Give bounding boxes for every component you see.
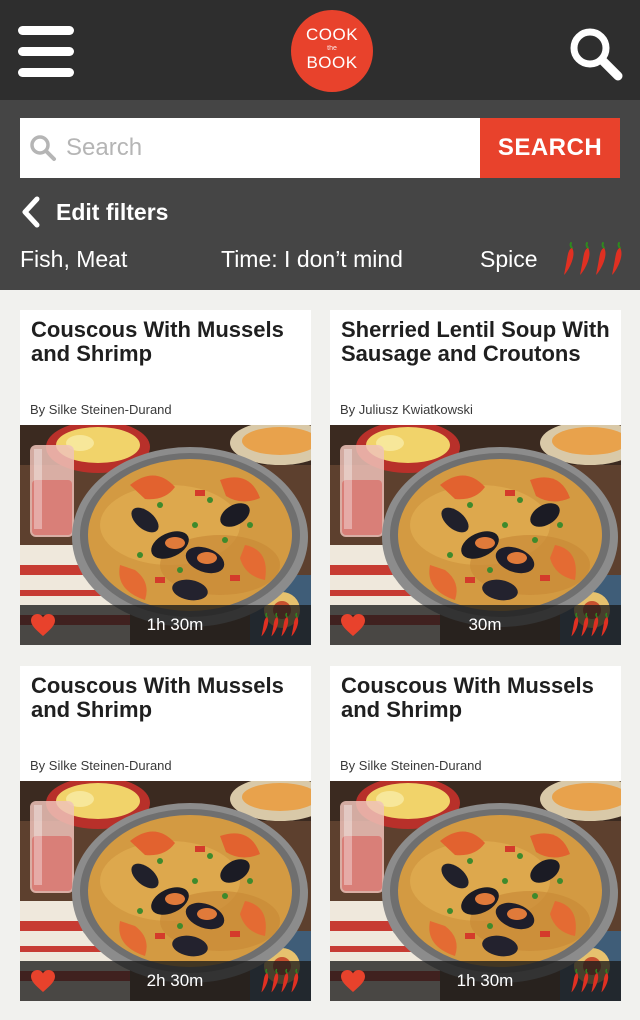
recipe-author: By Juliusz Kwiatkowski [340, 402, 473, 417]
recipe-time: 1h 30m [456, 971, 514, 990]
recipe-title[interactable]: Sherried Lentil Soup With Sausage and Cr… [341, 318, 616, 366]
recipe-card[interactable]: Sherried Lentil Soup With Sausage and Cr… [330, 310, 621, 645]
heart-icon[interactable] [30, 969, 56, 993]
heart-icon[interactable] [340, 969, 366, 993]
search-icon[interactable] [568, 26, 624, 82]
recipe-info-bar: 1h 30m [330, 961, 621, 1001]
recipe-time: 2h 30m [146, 971, 204, 990]
recipe-author: By Silke Steinen-Durand [30, 402, 172, 417]
recipe-info-bar: 2h 30m [20, 961, 311, 1001]
recipe-title[interactable]: Couscous With Mussels and Shrimp [341, 674, 616, 722]
top-bar: COOK the BOOK [0, 0, 640, 100]
search-button[interactable]: SEARCH [480, 118, 620, 178]
magnifier-icon [30, 135, 56, 161]
logo-text-bottom: BOOK [306, 53, 358, 72]
chili-pepper-icon [260, 968, 299, 994]
menu-icon[interactable] [18, 26, 74, 78]
chili-pepper-icon [570, 612, 609, 638]
recipe-card[interactable]: Couscous With Mussels and Shrimp By Silk… [330, 666, 621, 1001]
chili-pepper-icon [570, 968, 609, 994]
recipe-title[interactable]: Couscous With Mussels and Shrimp [31, 318, 306, 366]
heart-icon[interactable] [30, 613, 56, 637]
filter-panel: SEARCH Edit filters Fish, Meat Time: I d… [0, 100, 640, 290]
logo-text-mid: the [327, 45, 337, 52]
recipe-info-bar: 1h 30m [20, 605, 311, 645]
recipe-time: 1h 30m [146, 615, 204, 634]
spice-level-chili-icons[interactable] [562, 242, 624, 276]
recipe-title[interactable]: Couscous With Mussels and Shrimp [31, 674, 306, 722]
recipe-card[interactable]: Couscous With Mussels and Shrimp By Silk… [20, 666, 311, 1001]
edit-filters-link[interactable]: Edit filters [20, 196, 168, 228]
app-logo[interactable]: COOK the BOOK [291, 10, 373, 92]
recipe-author: By Silke Steinen-Durand [30, 758, 172, 773]
filter-spice-label[interactable]: Spice [480, 244, 538, 274]
edit-filters-label: Edit filters [56, 198, 169, 225]
filter-time[interactable]: Time: I don’t mind [221, 244, 403, 274]
logo-text-top: COOK [305, 25, 359, 44]
search-input[interactable] [66, 118, 476, 178]
recipe-info-bar: 30m [330, 605, 621, 645]
recipe-card[interactable]: Couscous With Mussels and Shrimp By Silk… [20, 310, 311, 645]
search-box [20, 118, 480, 178]
filter-category[interactable]: Fish, Meat [20, 244, 127, 274]
recipe-time: 30m [468, 615, 502, 634]
heart-icon[interactable] [340, 613, 366, 637]
chili-pepper-icon [260, 612, 299, 638]
recipe-author: By Silke Steinen-Durand [340, 758, 482, 773]
chevron-left-icon [22, 196, 40, 228]
